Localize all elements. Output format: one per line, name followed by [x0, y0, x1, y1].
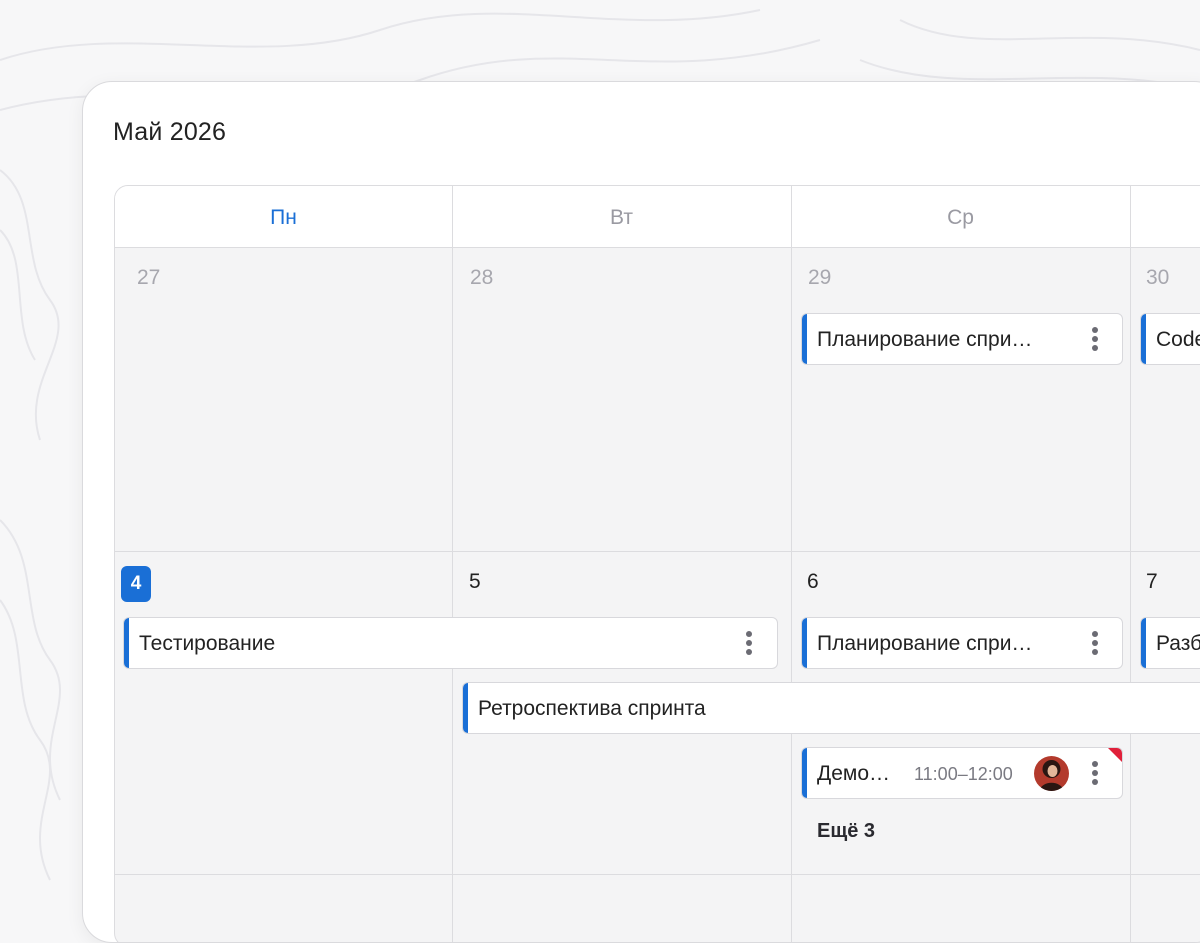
weekday-header-tue: Вт	[452, 186, 792, 247]
day-number: 7	[1146, 570, 1158, 593]
event-card-spanning[interactable]: Ретроспектива спринта	[462, 682, 1200, 734]
day-number: 28	[470, 266, 494, 289]
event-title: Планирование спри…	[817, 328, 1033, 351]
month-title: Май 2026	[113, 118, 227, 146]
event-title: Ретроспектива спринта	[478, 697, 706, 720]
day-number: 5	[469, 570, 481, 593]
event-title: Демо…	[817, 762, 891, 785]
week-row-3	[115, 875, 1200, 942]
event-time: 11:00–12:00	[914, 764, 1013, 784]
kebab-icon[interactable]	[1090, 631, 1100, 657]
avatar	[1034, 756, 1069, 791]
kebab-icon[interactable]	[1090, 327, 1100, 353]
day-cell-29[interactable]: 29 Планирование спри…	[791, 248, 1131, 551]
event-card[interactable]: Планирование спри…	[801, 313, 1123, 365]
kebab-icon[interactable]	[744, 631, 754, 657]
day-cell[interactable]	[1130, 875, 1200, 942]
event-card[interactable]: Разб	[1140, 617, 1200, 669]
day-cell[interactable]	[115, 875, 453, 942]
week-row-1: 27 28 29 Планирование спри… 30 Code	[115, 248, 1200, 552]
event-title: Разб	[1156, 632, 1200, 655]
today-badge: 4	[121, 566, 151, 602]
event-card-demo[interactable]: Демо… 11:00–12:00	[801, 747, 1123, 799]
event-title: Code	[1156, 328, 1200, 351]
event-title: Тестирование	[139, 632, 276, 655]
day-number: 29	[808, 266, 832, 289]
week-row-2: 4 5 6 Планирование спри… Демо… 11:00–12:…	[115, 552, 1200, 875]
event-card[interactable]: Планирование спри…	[801, 617, 1123, 669]
day-cell-28[interactable]: 28	[452, 248, 792, 551]
day-cell-27[interactable]: 27	[115, 248, 453, 551]
calendar-window: Май 2026 Пн Вт Ср 27 28 29 Планирование …	[82, 81, 1200, 943]
flag-icon	[1108, 748, 1122, 762]
day-number: 27	[137, 266, 161, 289]
weekday-header-wed: Ср	[791, 186, 1131, 247]
weekday-header-row: Пн Вт Ср	[115, 186, 1200, 248]
more-events-link[interactable]: Ещё 3	[817, 820, 875, 843]
day-cell[interactable]	[791, 875, 1131, 942]
kebab-icon[interactable]	[1090, 761, 1100, 787]
event-card-spanning[interactable]: Тестирование	[123, 617, 778, 669]
event-card[interactable]: Code	[1140, 313, 1200, 365]
weekday-header-thu	[1130, 186, 1200, 247]
day-number: 30	[1146, 266, 1170, 289]
day-cell-4[interactable]: 4	[115, 552, 453, 874]
event-title: Планирование спри…	[817, 632, 1033, 655]
day-number: 6	[807, 570, 819, 593]
month-grid: Пн Вт Ср 27 28 29 Планирование спри… 30	[114, 185, 1200, 942]
day-cell-30[interactable]: 30 Code	[1130, 248, 1200, 551]
day-cell[interactable]	[452, 875, 792, 942]
weekday-header-mon: Пн	[115, 186, 453, 247]
